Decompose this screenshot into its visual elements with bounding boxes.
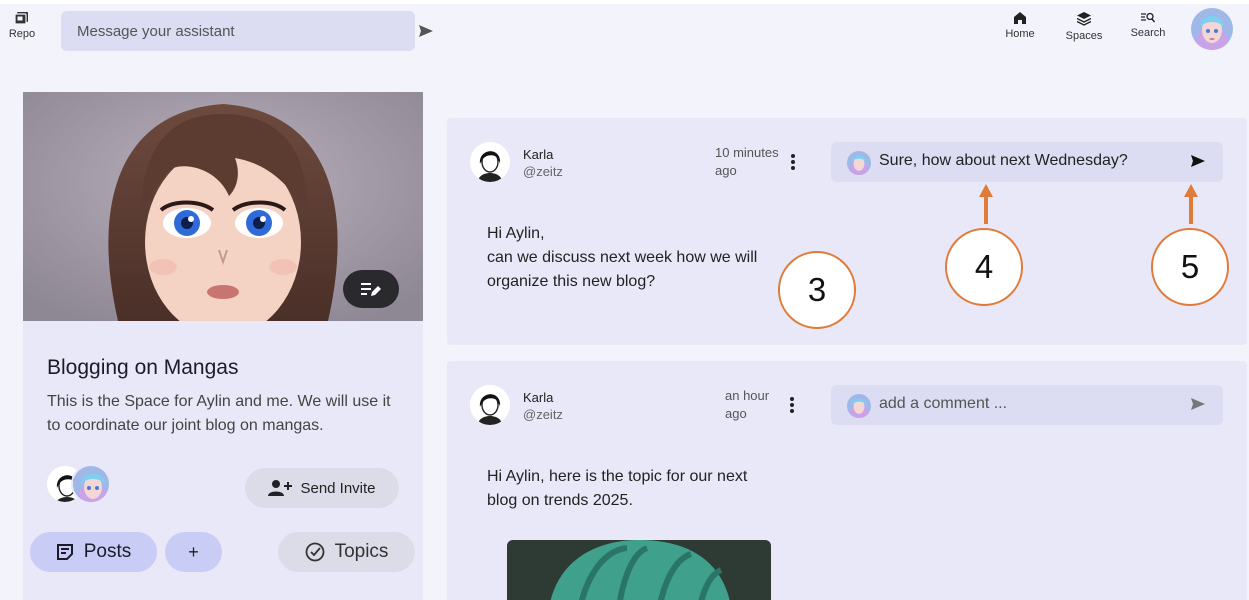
comment-send-button[interactable] (1191, 397, 1207, 413)
nav-search-label: Search (1130, 27, 1166, 39)
commenter-avatar (847, 151, 871, 175)
posts-icon (56, 544, 73, 560)
post-timestamp: an hour ago (725, 388, 770, 421)
space-description: This is the Space for Aylin and me. We w… (47, 393, 391, 434)
post-body: Hi Aylin, here is the topic for our next… (487, 468, 748, 509)
post-timestamp: 10 minutes ago (715, 145, 779, 178)
edit-note-icon (361, 283, 381, 296)
post-body: Hi Aylin, can we discuss next week how w… (487, 225, 758, 290)
post-menu-button[interactable] (788, 152, 798, 172)
annotation-arrow (984, 196, 988, 224)
member-avatar (71, 464, 111, 504)
send-icon (1191, 398, 1205, 410)
topics-tab[interactable]: Topics (278, 532, 415, 572)
comment-input[interactable]: Sure, how about next Wednesday? (831, 142, 1223, 182)
comment-placeholder[interactable]: add a comment ... (879, 395, 1007, 413)
top-border (0, 0, 1249, 4)
annotation-arrowhead (979, 184, 993, 197)
annotation-marker-5: 5 (1151, 228, 1229, 306)
add-post-button[interactable]: + (165, 532, 222, 572)
nav-search[interactable]: Search (1128, 12, 1168, 39)
add-person-icon (268, 480, 293, 496)
author-avatar[interactable] (470, 142, 510, 182)
posts-tab[interactable]: Posts (30, 532, 157, 572)
commenter-avatar (847, 394, 871, 418)
nav-home[interactable]: Home (1003, 12, 1037, 40)
space-members[interactable] (45, 464, 115, 506)
author-avatar[interactable] (470, 385, 510, 425)
annotation-marker-4: 4 (945, 228, 1023, 306)
comment-input[interactable]: add a comment ... (831, 385, 1223, 425)
assistant-message-input[interactable] (61, 11, 415, 51)
user-avatar[interactable] (1191, 8, 1233, 50)
author-handle: @zeitz (523, 407, 563, 422)
edit-space-button[interactable] (343, 270, 399, 308)
search-icon (1141, 12, 1155, 23)
send-icon (419, 25, 433, 37)
space-title: Blogging on Mangas (47, 356, 239, 379)
post-card: Karla @zeitz an hour ago Hi Aylin, here i… (447, 361, 1247, 600)
nav-spaces-label: Spaces (1065, 30, 1103, 42)
comment-text[interactable]: Sure, how about next Wednesday? (879, 152, 1128, 170)
nav-spaces[interactable]: Spaces (1064, 12, 1104, 42)
send-message-button[interactable] (418, 23, 434, 39)
post-menu-button[interactable] (787, 395, 797, 415)
plus-icon: + (188, 541, 199, 562)
space-cover-image (23, 92, 423, 321)
repo-button[interactable]: Repo (6, 12, 38, 40)
send-icon (1191, 155, 1205, 167)
send-invite-label: Send Invite (300, 479, 376, 497)
author-handle: @zeitz (523, 164, 563, 179)
home-icon (1014, 12, 1026, 24)
nav-home-label: Home (1005, 28, 1035, 40)
space-card: Blogging on Mangas This is the Space for… (23, 92, 423, 600)
repo-label: Repo (8, 28, 36, 40)
author-name[interactable]: Karla (523, 147, 553, 162)
check-circle-icon (305, 542, 324, 562)
send-invite-button[interactable]: Send Invite (245, 468, 399, 508)
post-image[interactable] (507, 540, 771, 600)
layers-icon (1077, 12, 1091, 26)
posts-label: Posts (83, 541, 132, 562)
topics-label: Topics (334, 541, 389, 562)
author-name[interactable]: Karla (523, 390, 553, 405)
annotation-arrowhead (1184, 184, 1198, 197)
annotation-arrow (1189, 196, 1193, 224)
repo-icon (15, 12, 28, 25)
annotation-marker-3: 3 (778, 251, 856, 329)
comment-send-button[interactable] (1191, 154, 1207, 170)
